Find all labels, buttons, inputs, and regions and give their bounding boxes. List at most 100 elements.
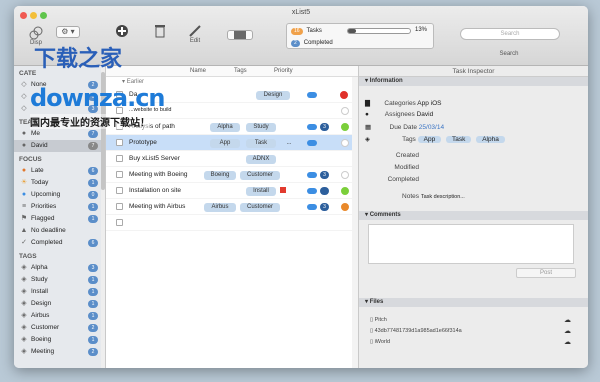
sidebar-item-flagged[interactable]: ⚑ Flagged 1 [14,213,105,225]
row-tag: Install [246,187,276,196]
post-button[interactable]: Post [516,268,576,278]
tag-icon: ◈ [21,300,27,307]
search-label: Search [499,51,519,57]
notes-value[interactable]: Task description... [421,194,465,200]
settings-button[interactable]: ⚙ ▾ [56,26,80,38]
list-view-icon[interactable] [234,31,246,39]
column-name[interactable]: Name [190,68,206,74]
sidebar-item-tag[interactable]: ◈ Customer 2 [14,322,105,334]
tag-icon: ◈ [365,136,370,143]
row-checkbox[interactable] [116,155,123,162]
table-row-empty[interactable] [106,215,358,231]
categories-value[interactable]: App iOS [417,100,441,107]
user-icon: ● [21,142,27,149]
row-checkbox[interactable] [116,139,123,146]
section-label: Files [369,299,384,305]
view-mode-toggle[interactable] [227,30,253,40]
tag-icon: ◈ [21,288,27,295]
sidebar-item-tag[interactable]: ◈ Boeing 1 [14,334,105,346]
sidebar-item-no-deadline[interactable]: ▲ No deadline [14,225,105,237]
category-icon: ◇ [21,81,27,88]
sidebar-item-tag[interactable]: ◈ Design 1 [14,298,105,310]
sidebar-item-tag[interactable]: ◈ Meeting 2 [14,346,105,358]
row-checkbox[interactable] [116,219,123,226]
sidebar-item-david[interactable]: ● David 7 [14,140,105,152]
no-deadline-icon: ▲ [20,227,28,234]
download-icon[interactable]: ☁ [564,327,571,335]
trash-icon [155,25,165,38]
table-row[interactable]: Meeting with Airbus Airbus Customer 3 [106,199,358,215]
priority-dot[interactable] [341,123,349,131]
sidebar-item-label: David [31,142,48,149]
inspector-tag[interactable]: Task [446,136,472,143]
count-badge: 2 [88,348,98,356]
flag-icon[interactable] [280,187,286,193]
sidebar-item-label: Study [31,276,48,283]
delete-button[interactable] [152,24,168,38]
priority-dot[interactable] [341,203,349,211]
priority-dot[interactable] [341,107,349,115]
row-title: Installation on site [129,187,182,194]
sidebar-item-late[interactable]: ● Late 6 [14,165,105,177]
priority-dot[interactable] [341,171,349,179]
row-checkbox[interactable] [116,187,123,194]
count-badge: 1 [88,288,98,296]
inspector-tag[interactable]: Alpha [476,136,505,143]
assignees-value[interactable]: David [417,111,434,118]
sidebar-item-me[interactable]: ● Me 7 [14,128,105,140]
tasks-badge: 16 [291,28,303,35]
watermark-logo-text: 下载之家 [34,47,123,72]
row-title: Meeting with Airbus [129,203,186,210]
table-row[interactable]: Buy xList5 Server ADNX [106,151,358,167]
row-checkbox[interactable] [116,203,123,210]
sidebar-item-priorities[interactable]: ≡ Priorities 1 [14,201,105,213]
sidebar-item-completed[interactable]: ✓ Completed 6 [14,237,105,249]
comments-section-header[interactable]: ▾ Comments [359,211,588,220]
edit-label: Edit [189,38,201,44]
inspector-tag[interactable]: App [417,136,442,143]
files-section-header[interactable]: ▾ Files [359,298,588,307]
search-input[interactable]: Search [460,28,560,40]
priority-dot[interactable] [340,91,348,99]
count-badge: 7 [88,130,98,138]
pencil-icon [189,25,201,37]
file-name: 43db77481739d1a985ad1e66f314a [374,328,462,334]
information-section-header[interactable]: ▾ Information [359,77,588,86]
tag-icon: ◈ [21,264,27,271]
due-date-value[interactable]: 25/03/14 [419,124,444,131]
table-row-selected[interactable]: Prototype App Task ... [106,135,358,151]
download-icon[interactable]: ☁ [564,316,571,324]
file-item[interactable]: ▯ Pitch [370,317,387,323]
sidebar-item-upcoming[interactable]: ● Upcoming 0 [14,189,105,201]
task-inspector: Task Inspector ▾ Information ▇ Categorie… [358,66,588,368]
focus-header: FOCUS [19,156,42,163]
sidebar-item-label: Priorities [31,203,57,210]
row-tag: Customer [240,203,280,212]
priority-dot[interactable] [341,139,349,147]
file-item[interactable]: ▯ 43db77481739d1a985ad1e66f314a [370,328,462,334]
tasks-progress-fill [348,29,357,33]
priority-dot[interactable] [341,187,349,195]
completed-row: 2 Completed [291,39,333,47]
count-badge: 7 [88,142,98,150]
row-tag: Customer [240,171,280,180]
sidebar-item-label: No deadline [31,227,66,234]
sidebar-item-label: Boeing [31,336,52,343]
comment-input[interactable] [368,224,574,264]
sidebar-item-tag[interactable]: ◈ Install 1 [14,286,105,298]
sidebar-item-tag[interactable]: ◈ Alpha 3 [14,262,105,274]
sidebar-item-tag[interactable]: ◈ Airbus 1 [14,310,105,322]
column-tags[interactable]: Tags [234,68,247,74]
completed-badge: 2 [291,40,300,47]
sidebar-item-today[interactable]: ☀ Today 1 [14,177,105,189]
file-item[interactable]: ▯ iWorld [370,339,390,345]
table-row[interactable]: Installation on site Install [106,183,358,199]
row-checkbox[interactable] [116,171,123,178]
field-label: Tags [402,136,416,143]
column-priority[interactable]: Priority [274,68,293,74]
edit-button[interactable]: Edit [184,24,206,44]
sidebar-item-tag[interactable]: ◈ Study 1 [14,274,105,286]
download-icon[interactable]: ☁ [564,338,571,346]
table-row[interactable]: Meeting with Boeing Boeing Customer 3 [106,167,358,183]
add-button[interactable] [114,24,130,38]
